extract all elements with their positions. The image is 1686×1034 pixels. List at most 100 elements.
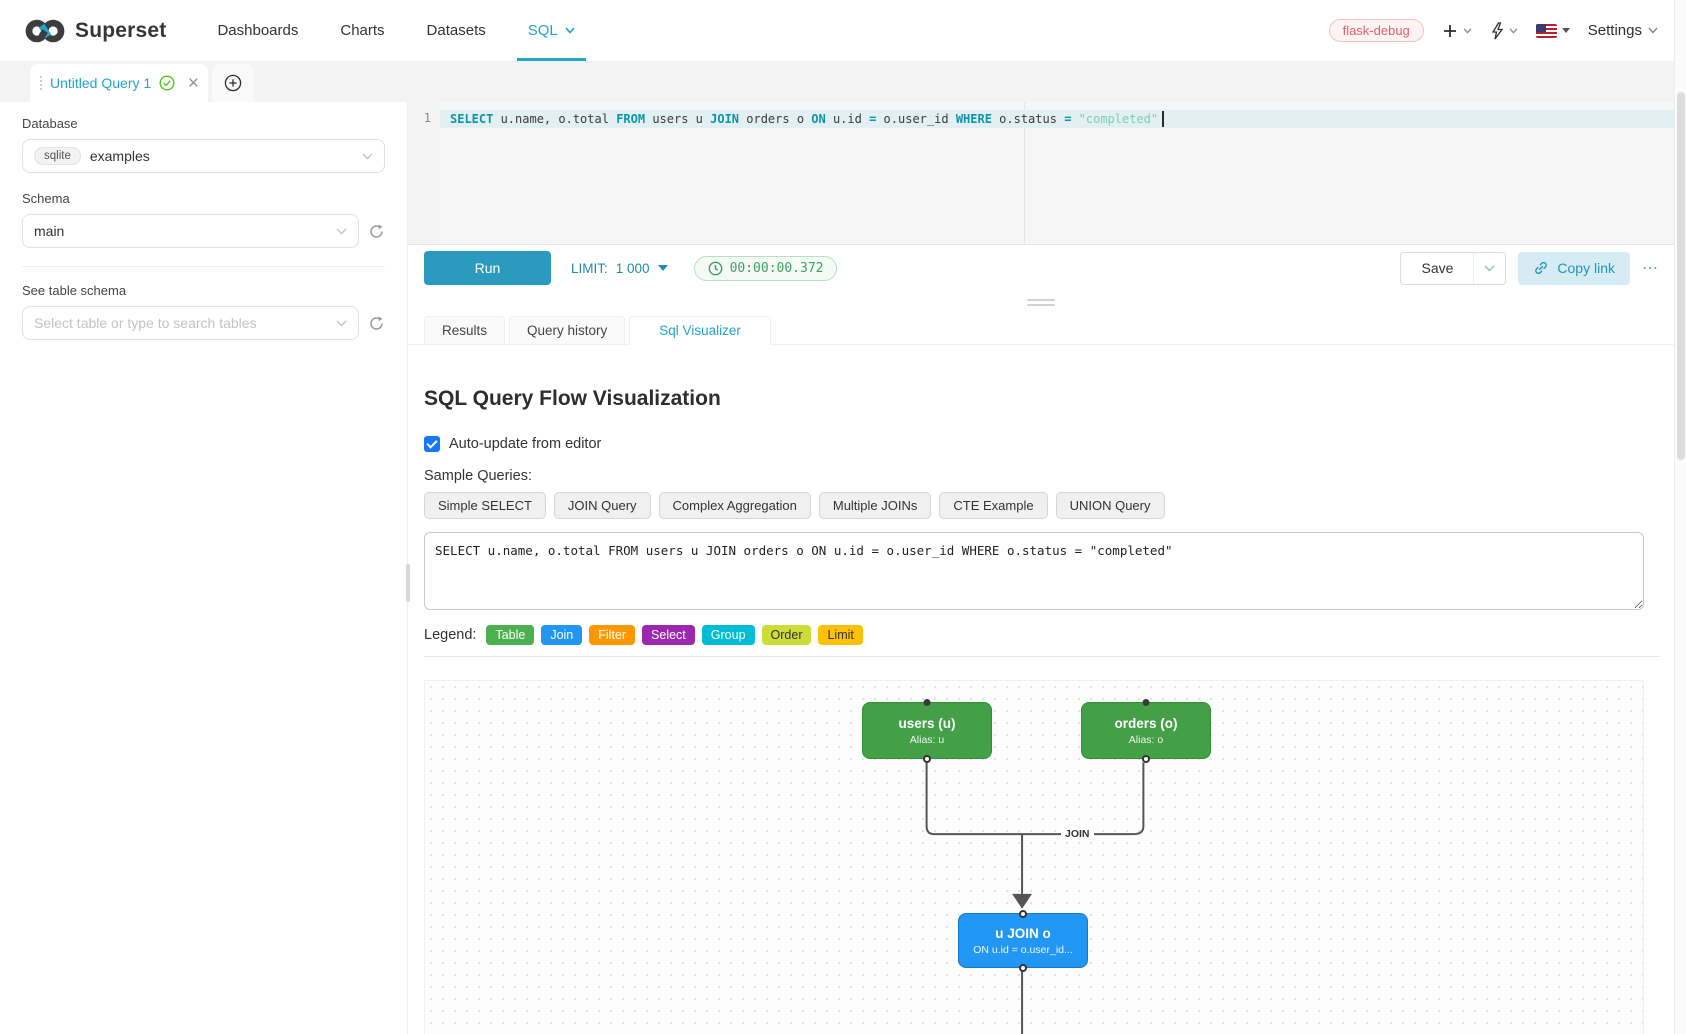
legend-label: Legend: [424, 627, 476, 643]
database-value: examples [90, 148, 353, 164]
page-scrollbar[interactable] [1674, 0, 1686, 1034]
main-pane: 1 SELECT u.name, o.total FROM users u JO… [408, 102, 1674, 1034]
clock-icon [708, 261, 723, 276]
run-button[interactable]: Run [424, 251, 551, 285]
query-textarea[interactable]: SELECT u.name, o.total FROM users u JOIN… [424, 532, 1644, 610]
database-select[interactable]: sqlite examples [22, 139, 385, 173]
link-icon [1533, 260, 1549, 276]
drag-handle-icon[interactable] [40, 76, 42, 90]
sample-query-button[interactable]: JOIN Query [554, 492, 651, 519]
divider [424, 656, 1660, 657]
nav-right: flask-debug [1329, 19, 1686, 42]
language-dropdown[interactable] [1536, 24, 1570, 38]
legend-pill: Order [762, 625, 812, 645]
table-schema-label: See table schema [22, 283, 385, 298]
chevron-down-icon [1463, 28, 1472, 34]
query-tab-label: Untitled Query 1 [50, 75, 151, 91]
sql-token: o.status [992, 112, 1064, 126]
nav-sql[interactable]: SQL [507, 0, 596, 61]
save-button[interactable]: Save [1401, 253, 1473, 284]
sql-token: ON [811, 112, 825, 126]
sql-token: FROM [616, 112, 645, 126]
sql-lab-page: Superset Dashboards Charts Datasets SQL … [0, 0, 1686, 1034]
limit-dropdown[interactable]: LIMIT: 1 000 [571, 261, 668, 276]
schema-select[interactable]: main [22, 214, 359, 248]
chevron-down-icon [1509, 28, 1518, 34]
caret-down-icon [658, 265, 668, 271]
node-handle-bottom [923, 755, 931, 763]
workspace: Database sqlite examples Schema main [0, 102, 1674, 1034]
pane-resize-handle[interactable] [1027, 299, 1055, 306]
query-tab[interactable]: Untitled Query 1 ✕ [30, 64, 208, 102]
schema-label: Schema [22, 191, 385, 206]
new-tab-button[interactable] [212, 64, 254, 102]
close-tab-icon[interactable]: ✕ [187, 74, 200, 92]
lightning-icon [1490, 22, 1504, 40]
chevron-down-icon [362, 153, 373, 160]
sample-query-button[interactable]: Complex Aggregation [659, 492, 811, 519]
chevron-down-icon [336, 320, 347, 327]
auto-update-checkbox-row[interactable]: Auto-update from editor [424, 436, 1660, 452]
sql-token: JOIN [710, 112, 739, 126]
tab-query-history[interactable]: Query history [509, 316, 625, 344]
environment-badge: flask-debug [1329, 19, 1424, 42]
result-tabs: Results Query history Sql Visualizer [408, 315, 1674, 345]
caret-down-icon [1562, 28, 1570, 33]
sample-query-button[interactable]: Multiple JOINs [819, 492, 932, 519]
flow-canvas[interactable]: users (u) Alias: u orders (o) Alias: o J… [424, 680, 1644, 1034]
refresh-schema-icon[interactable] [368, 223, 385, 240]
auto-update-checkbox[interactable] [424, 436, 440, 452]
table-select[interactable]: Select table or type to search tables [22, 306, 359, 340]
sample-query-button[interactable]: Simple SELECT [424, 492, 546, 519]
table-select-placeholder: Select table or type to search tables [34, 315, 327, 331]
settings-menu[interactable]: Settings [1588, 22, 1658, 39]
sql-token: WHERE [956, 112, 992, 126]
sql-token: o.user_id [876, 112, 955, 126]
flow-node-join[interactable]: u JOIN o ON u.id = o.user_id... [958, 913, 1088, 968]
database-label: Database [22, 116, 385, 131]
more-actions-button[interactable]: ⋯ [1642, 258, 1660, 278]
south-pane-area [408, 291, 1674, 315]
top-nav: Superset Dashboards Charts Datasets SQL … [0, 0, 1686, 61]
sql-token: "completed" [1071, 112, 1158, 126]
nav-charts[interactable]: Charts [319, 0, 405, 61]
us-flag-icon [1536, 24, 1557, 38]
refresh-tables-icon[interactable] [368, 315, 385, 332]
flow-node-users[interactable]: users (u) Alias: u [862, 702, 992, 759]
query-search-dropdown[interactable] [1490, 22, 1518, 40]
sql-visualizer-panel: SQL Query Flow Visualization Auto-update… [408, 345, 1674, 1034]
legend-pill: Table [486, 625, 534, 645]
new-dropdown[interactable] [1442, 23, 1472, 39]
superset-logo[interactable]: Superset [0, 15, 166, 47]
sample-queries-row: Simple SELECT JOIN Query Complex Aggregati… [424, 492, 1660, 519]
main-nav: Dashboards Charts Datasets SQL [196, 0, 595, 61]
sql-editor[interactable]: 1 SELECT u.name, o.total FROM users u JO… [408, 102, 1674, 245]
sql-token: users u [645, 112, 710, 126]
sidebar-divider [22, 266, 385, 267]
legend-row: Legend: TableJoinFilterSelectGroupOrderL… [424, 625, 1660, 645]
tab-sql-visualizer[interactable]: Sql Visualizer [629, 316, 771, 345]
sample-query-button[interactable]: CTE Example [939, 492, 1047, 519]
save-split-button: Save [1400, 252, 1506, 285]
legend-pill: Group [702, 625, 755, 645]
sql-token: u.id [826, 112, 869, 126]
chevron-down-icon [336, 228, 347, 235]
sample-query-button[interactable]: UNION Query [1056, 492, 1165, 519]
tab-results[interactable]: Results [424, 316, 505, 344]
auto-update-label: Auto-update from editor [449, 436, 601, 452]
text-cursor [1162, 111, 1164, 127]
brand-name: Superset [75, 19, 166, 43]
query-tab-strip: Untitled Query 1 ✕ [0, 61, 1686, 102]
flow-node-orders[interactable]: orders (o) Alias: o [1081, 702, 1211, 759]
sample-queries-label: Sample Queries: [424, 468, 1660, 484]
chevron-down-icon [1648, 27, 1658, 34]
scrollbar-thumb[interactable] [1677, 92, 1685, 460]
nav-dashboards[interactable]: Dashboards [196, 0, 319, 61]
save-options-button[interactable] [1473, 253, 1505, 284]
editor-toolbar: Run LIMIT: 1 000 00:00:00.372 Save [408, 245, 1674, 291]
editor-gutter: 1 [408, 102, 440, 244]
sidebar: Database sqlite examples Schema main [0, 102, 408, 1034]
nav-datasets[interactable]: Datasets [406, 0, 507, 61]
copy-link-button[interactable]: Copy link [1518, 252, 1630, 285]
sidebar-resize-handle[interactable] [406, 564, 410, 602]
